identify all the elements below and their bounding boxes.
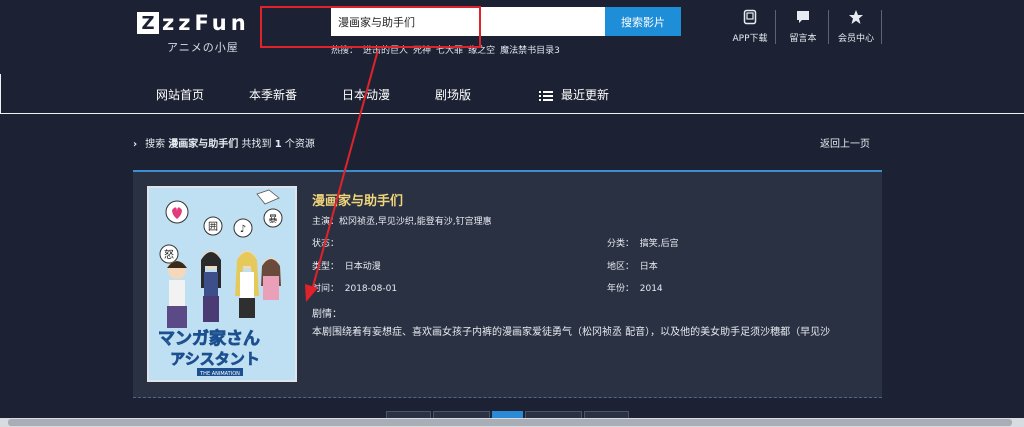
cast-label: 主演：: [312, 217, 340, 227]
hot-item[interactable]: 魔法禁书目录3: [500, 46, 560, 56]
scrollbar-thumb[interactable]: [8, 419, 1012, 426]
crumb-suffix: 个资源: [284, 139, 315, 150]
type-label: 类型：: [312, 262, 340, 272]
poster-glyph: 暴: [268, 214, 277, 225]
logo-mark: Z: [137, 12, 159, 34]
status-label: 状态：: [312, 239, 340, 249]
date-row: 时间： 2018-08-01: [312, 281, 397, 294]
divider: [828, 10, 829, 44]
nav-item-anime[interactable]: 日本动漫: [342, 86, 390, 103]
member-center-label: 会员中心: [837, 34, 874, 44]
type-row: 类型： 日本动漫: [312, 259, 381, 272]
divider: [775, 10, 776, 44]
top-links: APP下载 留言本 会员中心: [725, 9, 884, 44]
date-value: 2018-08-01: [344, 284, 398, 294]
status-row: 状态：: [312, 236, 339, 249]
plot-text: 本剧围绕着有妄想症、喜欢画女孩子内裤的漫画家爱徒勇气（松冈祯丞 配音），以及他的…: [312, 327, 831, 338]
tablet-icon: [743, 9, 757, 25]
crumb-keyword: 漫画家与助手们: [168, 139, 239, 150]
nav-item-home[interactable]: 网站首页: [156, 86, 204, 103]
nav-item-theater[interactable]: 剧场版: [435, 86, 471, 103]
member-center-link[interactable]: 会员中心: [831, 9, 881, 44]
result-card: 囲 ♪ 暴 怒 マンガ家さん アシスタント THE ANIMATION 漫画家与…: [133, 170, 882, 398]
guestbook-link[interactable]: 留言本: [778, 9, 828, 44]
list-icon: [539, 90, 553, 101]
main-nav: 网站首页 本季新番 日本动漫 剧场版 最近更新: [0, 74, 1024, 114]
site-header: Z zzFun アニメの小屋 搜索影片 热搜：进击的巨人死神七大罪缘之空魔法禁书…: [0, 0, 1024, 66]
annotation-highlight-box: [260, 6, 481, 48]
cast-row: 主演：松冈祯丞,早见沙织,能登有沙,钉宫理惠: [312, 214, 492, 227]
year-label: 年份：: [607, 284, 635, 294]
plot-label: 剧情：: [312, 309, 342, 320]
star-icon: [849, 10, 863, 24]
nav-item-latest[interactable]: 最近更新: [539, 86, 609, 103]
horizontal-scrollbar[interactable]: [0, 418, 1024, 427]
type-value: 日本动漫: [344, 262, 381, 272]
genre-value: 搞笑,后宫: [639, 239, 679, 249]
result-title[interactable]: 漫画家与助手们: [312, 190, 403, 209]
year-value: 2014: [639, 284, 663, 294]
app-download-label: APP下载: [732, 34, 768, 44]
crumb-count: 1: [274, 139, 282, 150]
cast-value: 松冈祯丞,早见沙织,能登有沙,钉宫理惠: [339, 217, 492, 227]
search-button[interactable]: 搜索影片: [605, 7, 681, 36]
back-link[interactable]: 返回上一页: [820, 135, 870, 150]
divider: [881, 10, 882, 44]
genre-row: 分类： 搞笑,后宫: [607, 236, 679, 249]
poster-title: マンガ家さん: [158, 328, 260, 349]
poster-glyph: 怒: [164, 248, 174, 261]
genre-label: 分类：: [607, 239, 635, 249]
site-logo[interactable]: Z zzFun アニメの小屋: [137, 10, 267, 55]
region-label: 地区：: [607, 262, 635, 272]
poster-art: 囲 ♪ 暴 怒 マンガ家さん アシスタント THE ANIMATION: [149, 188, 295, 380]
year-row: 年份： 2014: [607, 281, 663, 294]
logo-letters: zzFun: [162, 11, 250, 35]
poster-title-2: アシスタント: [170, 350, 259, 368]
date-label: 时间：: [312, 284, 340, 294]
chevron-right-icon: ›: [133, 139, 138, 150]
region-value: 日本: [639, 262, 658, 272]
chat-icon: [797, 11, 809, 23]
nav-latest-label: 最近更新: [561, 88, 610, 102]
region-row: 地区： 日本: [607, 259, 658, 272]
crumb-found: 共找到: [241, 139, 272, 150]
nav-item-season[interactable]: 本季新番: [249, 86, 297, 103]
breadcrumb: › 搜索 漫画家与助手们 共找到 1 个资源: [133, 135, 315, 150]
poster-glyph: 囲: [208, 221, 218, 233]
crumb-prefix: 搜索: [145, 139, 166, 150]
poster-image[interactable]: 囲 ♪ 暴 怒 マンガ家さん アシスタント THE ANIMATION: [147, 186, 297, 382]
guestbook-label: 留言本: [789, 34, 817, 44]
logo-subtitle: アニメの小屋: [167, 41, 239, 54]
poster-tag: THE ANIMATION: [199, 371, 240, 377]
app-download-link[interactable]: APP下载: [725, 9, 775, 44]
poster-glyph: ♪: [240, 224, 246, 235]
